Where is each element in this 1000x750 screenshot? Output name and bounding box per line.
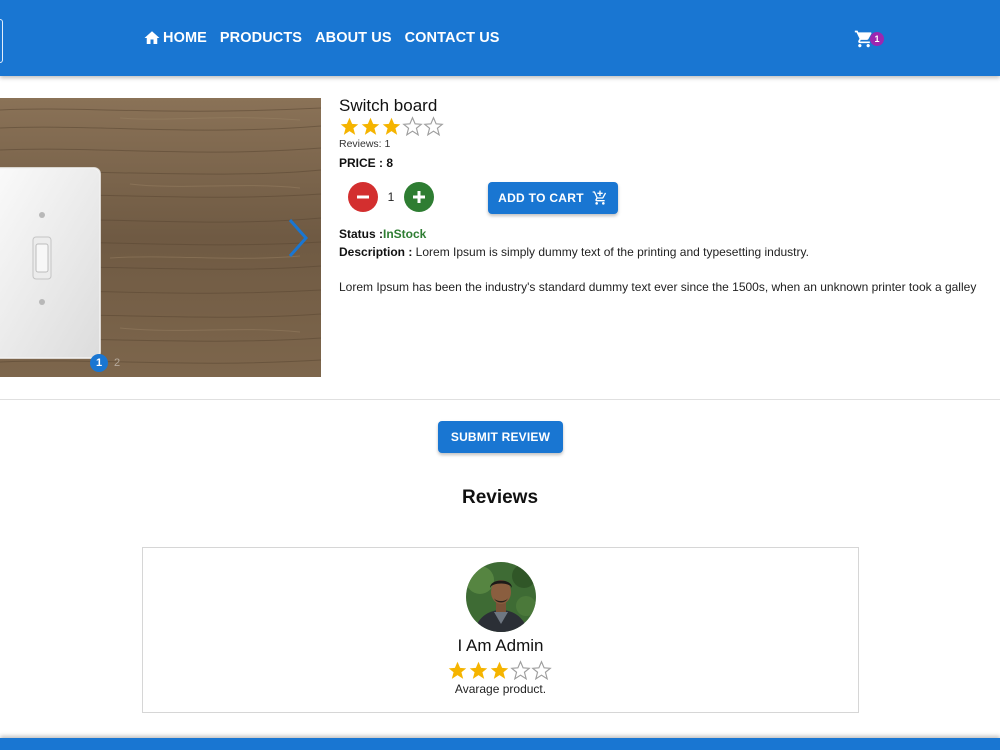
stock-status: Status :InStock [339,227,426,241]
product-rating [339,116,1000,137]
decrease-quantity-button[interactable] [348,182,378,212]
star-filled-icon [361,117,380,135]
star-filled-icon [469,661,488,679]
nav-about-us[interactable]: ABOUT US [315,30,392,46]
add-to-cart-label: ADD TO CART [498,191,584,205]
quantity-stepper: 1 [348,182,434,212]
star-filled-icon [490,661,509,679]
chevron-right-icon[interactable] [286,218,310,258]
carousel-dot-1[interactable]: 1 [90,354,108,372]
reviewer-name: I Am Admin [457,636,544,655]
quantity-value: 1 [387,190,395,204]
star-empty-icon [510,660,531,681]
section-divider [0,399,1000,400]
star-filled-icon [382,117,401,135]
description-text: Lorem Ipsum is simply dummy text of the … [412,245,809,259]
price: PRICE : 8 [339,156,394,170]
logo-box[interactable] [0,19,3,63]
nav-contact-us[interactable]: CONTACT US [405,30,500,46]
star-filled-icon [448,661,467,679]
add-cart-icon [592,190,606,205]
description-more: Lorem Ipsum has been the industry's stan… [339,280,977,294]
star-empty-icon [402,116,423,137]
nav-products[interactable]: PRODUCTS [220,30,302,46]
product-image-carousel[interactable]: 1 2 [0,98,321,377]
reviews-heading: Reviews [461,487,539,508]
review-card: I Am Admin Avarage product. [142,547,859,713]
star-empty-icon [423,116,444,137]
product-details: Switch board Reviews: 1 PRICE : 8 1 ADD … [339,96,1000,294]
minus-icon [357,195,369,199]
plus-icon [413,191,425,203]
status-label: Status : [339,227,384,241]
cart-button[interactable]: 1 [854,29,886,51]
nav-home[interactable]: HOME [143,29,207,47]
carousel-dot-2[interactable]: 2 [114,354,124,372]
reviews-count: Reviews: 1 [339,138,391,150]
add-to-cart-button[interactable]: ADD TO CART [488,182,618,214]
description: Description : Lorem Ipsum is simply dumm… [339,245,809,259]
description-label: Description : [339,245,413,259]
submit-review-button[interactable]: SUBMIT REVIEW [438,421,563,453]
review-rating [447,660,552,681]
nav-links: HOME PRODUCTS ABOUT US CONTACT US [143,29,513,47]
top-navbar: HOME PRODUCTS ABOUT US CONTACT US 1 [0,0,1000,76]
star-empty-icon [531,660,552,681]
increase-quantity-button[interactable] [404,182,434,212]
home-icon [144,31,160,44]
avatar-image [466,562,536,632]
product-image [0,98,321,377]
avatar [466,562,536,632]
product-title: Switch board [339,96,438,115]
carousel-indicators: 1 2 [90,354,124,372]
review-comment: Avarage product. [454,682,547,696]
status-value: InStock [383,227,427,241]
footer-bar [0,738,1000,750]
nav-home-label: HOME [163,30,207,46]
star-filled-icon [340,117,359,135]
cart-count-badge: 1 [870,32,884,46]
